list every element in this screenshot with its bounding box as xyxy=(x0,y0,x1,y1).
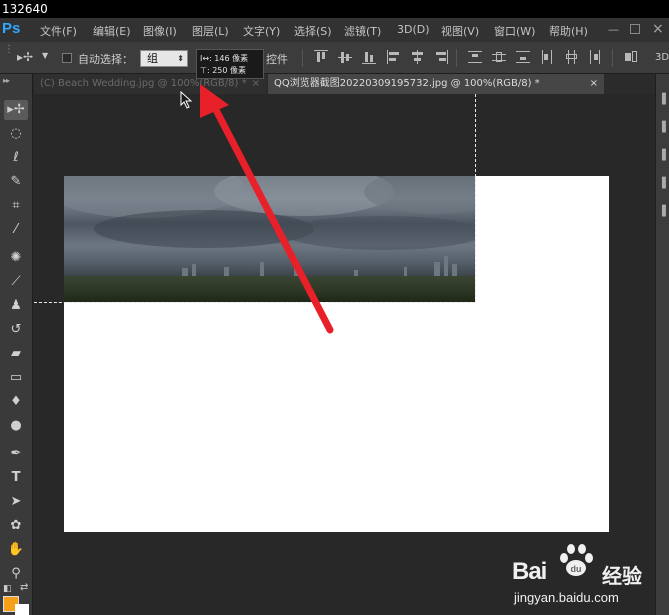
marquee-tool-icon[interactable]: ◌ xyxy=(4,124,28,144)
move-tool-icon[interactable]: ▸✢ xyxy=(4,100,28,120)
panel-icon[interactable]: ▐ xyxy=(658,178,666,189)
menu-window[interactable]: 窗口(W) xyxy=(494,23,535,39)
document-tabs: (C) Beach Wedding.jpg @ 100%(RGB/8) * × … xyxy=(34,74,655,94)
grip-icon: ⋮ xyxy=(4,44,14,55)
menu-filter[interactable]: 滤镜(T) xyxy=(344,23,381,39)
tab-label: QQ浏览器截图20220309195732.jpg @ 100%(RGB/8) … xyxy=(274,78,540,89)
auto-select-checkbox[interactable] xyxy=(62,53,72,63)
quick-select-tool-icon[interactable]: ✎ xyxy=(4,172,28,192)
tools-panel: ▸▸ ▸✢ ◌ ℓ ✎ ⌗ ⁄ ✺ ⟋ ♟ ↺ ▰ ▭ ♦ ● ✒ T ➤ ✿ … xyxy=(0,74,33,615)
align-vcenter-icon[interactable] xyxy=(338,49,352,65)
tree-line xyxy=(64,276,475,302)
crop-tool-icon[interactable]: ⌗ xyxy=(4,196,28,216)
distribute-right-icon[interactable] xyxy=(588,49,602,65)
eraser-tool-icon[interactable]: ▰ xyxy=(4,344,28,364)
auto-align-icon[interactable] xyxy=(624,49,638,65)
move-offset-tooltip: I↔: 146 像素 ⊤: 250 像素 xyxy=(196,49,264,79)
menu-image[interactable]: 图像(I) xyxy=(143,23,177,39)
pen-tool-icon[interactable]: ✒ xyxy=(4,444,28,464)
default-colors-icon[interactable]: ◧ xyxy=(3,584,12,594)
cloud xyxy=(364,176,475,214)
shape-tool-icon[interactable]: ✿ xyxy=(4,516,28,536)
distribute-bottom-icon[interactable] xyxy=(516,49,530,65)
divider xyxy=(612,49,613,67)
align-left-icon[interactable] xyxy=(386,49,400,65)
distribute-hcenter-icon[interactable] xyxy=(564,49,578,65)
dropdown-arrows-icon: ⬍ xyxy=(177,54,184,63)
background-color-swatch[interactable] xyxy=(15,604,29,615)
right-panel-strip: ▐ ▐ ▐ ▐ ▐ xyxy=(655,74,669,615)
baidu-jingyan-watermark: Bai du 经验 jingyan.baidu.com xyxy=(512,540,662,612)
close-tab-icon[interactable]: × xyxy=(590,74,598,94)
cloud xyxy=(284,216,475,250)
jingyan-text: 经验 xyxy=(602,564,642,588)
menu-help[interactable]: 帮助(H) xyxy=(549,23,588,39)
swap-colors-icon[interactable]: ⇄ xyxy=(20,582,28,593)
path-select-tool-icon[interactable]: ➤ xyxy=(4,492,28,512)
tab-label: (C) Beach Wedding.jpg @ 100%(RGB/8) * xyxy=(40,78,247,89)
baidu-logo-text: Bai xyxy=(512,558,547,585)
frame-counter: 132640 xyxy=(2,2,48,16)
divider xyxy=(456,49,457,67)
close-window-icon[interactable]: × xyxy=(652,21,664,37)
dodge-tool-icon[interactable]: ● xyxy=(4,416,28,436)
align-hcenter-icon[interactable] xyxy=(410,49,424,65)
panel-icon[interactable]: ▐ xyxy=(658,122,666,133)
dragged-photo-layer[interactable] xyxy=(64,176,475,302)
panel-icon[interactable]: ▐ xyxy=(658,206,666,217)
menu-bar: Ps 文件(F) 编辑(E) 图像(I) 图层(L) 文字(Y) 选择(S) 滤… xyxy=(0,18,669,42)
cloud xyxy=(94,210,314,248)
blur-tool-icon[interactable]: ♦ xyxy=(4,392,28,412)
type-tool-icon[interactable]: T xyxy=(4,468,28,488)
auto-select-label: 自动选择： xyxy=(78,53,133,66)
align-top-icon[interactable] xyxy=(314,49,328,65)
divider xyxy=(302,49,303,67)
brush-tool-icon[interactable]: ⟋ xyxy=(4,272,28,292)
selection-marquee-edge xyxy=(34,302,475,303)
menu-edit[interactable]: 编辑(E) xyxy=(93,23,131,39)
top-strip: 132640 xyxy=(0,0,669,18)
distribute-left-icon[interactable] xyxy=(540,49,554,65)
watermark-url: jingyan.baidu.com xyxy=(514,590,619,605)
healing-tool-icon[interactable]: ✺ xyxy=(4,248,28,268)
selection-marquee-edge xyxy=(475,94,476,302)
align-right-icon[interactable] xyxy=(434,49,448,65)
lasso-tool-icon[interactable]: ℓ xyxy=(4,148,28,168)
minimize-icon[interactable]: — xyxy=(608,23,619,36)
menu-type[interactable]: 文字(Y) xyxy=(243,23,280,39)
distribute-vcenter-icon[interactable] xyxy=(492,49,506,65)
menu-view[interactable]: 视图(V) xyxy=(441,23,479,39)
transform-controls-label: 控件 xyxy=(266,53,288,66)
chevron-down-icon[interactable]: ▼ xyxy=(42,51,48,60)
svg-text:du: du xyxy=(571,564,582,574)
restore-icon[interactable] xyxy=(630,24,640,34)
auto-select-value: 组 xyxy=(147,52,158,65)
menu-select[interactable]: 选择(S) xyxy=(294,23,332,39)
hand-tool-icon[interactable]: ✋ xyxy=(4,540,28,560)
eyedropper-tool-icon[interactable]: ⁄ xyxy=(4,220,28,240)
menu-file[interactable]: 文件(F) xyxy=(40,23,77,39)
mouse-cursor-icon xyxy=(180,91,193,109)
photoshop-logo: Ps xyxy=(2,20,21,37)
auto-select-dropdown[interactable]: 组 ⬍ xyxy=(140,50,188,67)
3d-mode-label[interactable]: 3D xyxy=(655,52,669,63)
offset-x-readout: I↔: 146 像素 xyxy=(200,54,249,63)
options-bar: ⋮ ▸✢ ▼ 自动选择： 组 ⬍ 控件 xyxy=(0,42,669,74)
tab-qq-screenshot[interactable]: QQ浏览器截图20220309195732.jpg @ 100%(RGB/8) … xyxy=(268,74,604,94)
align-bottom-icon[interactable] xyxy=(362,49,376,65)
panel-icon[interactable]: ▐ xyxy=(658,150,666,161)
panel-collapse-icon[interactable]: ▸▸ xyxy=(3,76,10,85)
history-brush-tool-icon[interactable]: ↺ xyxy=(4,320,28,340)
menu-3d[interactable]: 3D(D) xyxy=(397,23,430,36)
zoom-tool-icon[interactable]: ⚲ xyxy=(4,564,28,584)
distribute-top-icon[interactable] xyxy=(468,49,482,65)
baidu-paw-icon: du xyxy=(560,544,593,576)
move-tool-preset-icon[interactable]: ▸✢ xyxy=(17,50,33,64)
gradient-tool-icon[interactable]: ▭ xyxy=(4,368,28,388)
menu-layer[interactable]: 图层(L) xyxy=(192,23,229,39)
stamp-tool-icon[interactable]: ♟ xyxy=(4,296,28,316)
panel-icon[interactable]: ▐ xyxy=(658,94,666,105)
offset-y-readout: ⊤: 250 像素 xyxy=(200,66,247,75)
